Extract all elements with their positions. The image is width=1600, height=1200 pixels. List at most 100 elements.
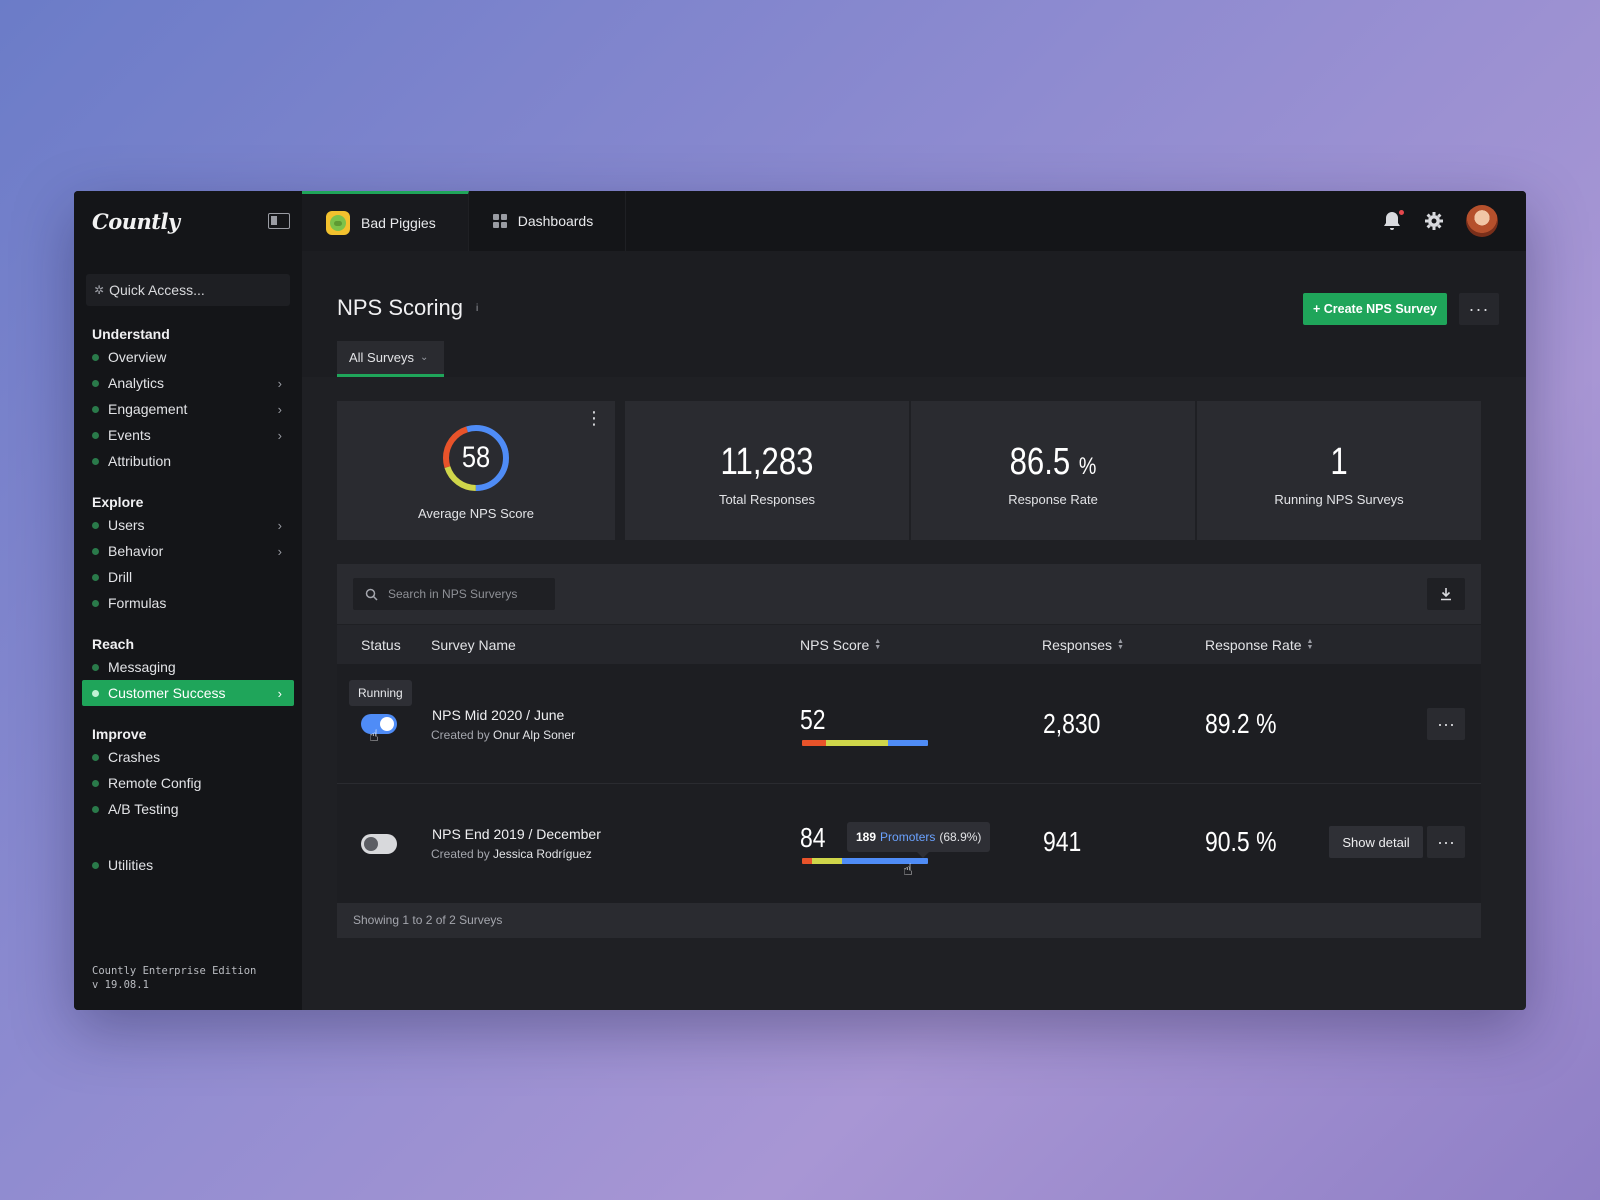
sidebar: Countly ✲ Quick Access... Understand Ove… bbox=[74, 191, 302, 1010]
sidebar-item-analytics[interactable]: Analytics › bbox=[82, 370, 294, 396]
sidebar-item-formulas[interactable]: Formulas bbox=[82, 590, 294, 616]
surveys-table-panel: Status Survey Name NPS Score ▲▼ Responses… bbox=[337, 564, 1481, 938]
sidebar-item-events[interactable]: Events › bbox=[82, 422, 294, 448]
nav-dot-icon bbox=[92, 779, 99, 787]
running-surveys-value: 1 bbox=[1330, 441, 1348, 483]
bell-icon[interactable] bbox=[1382, 210, 1404, 232]
chevron-right-icon: › bbox=[277, 543, 282, 559]
table-row: NPS End 2019 / December Created by Jessi… bbox=[337, 784, 1481, 904]
promoters-tooltip: 189 Promoters (68.9%) bbox=[847, 822, 991, 852]
sidebar-item-attribution[interactable]: Attribution bbox=[82, 448, 294, 474]
sidebar-item-label: Overview bbox=[108, 349, 167, 365]
response-rate-unit: % bbox=[1078, 453, 1097, 480]
card-more-icon[interactable]: ⋮ bbox=[585, 409, 603, 427]
chevron-right-icon: › bbox=[277, 427, 282, 443]
bar-segment-detractors bbox=[802, 740, 826, 746]
nav-section-explore: Explore Users › Behavior › Drill Formulas bbox=[74, 492, 302, 616]
sidebar-item-messaging[interactable]: Messaging bbox=[82, 654, 294, 680]
status-tooltip: Running bbox=[349, 680, 412, 706]
column-responses[interactable]: Responses ▲ ▼ bbox=[1042, 625, 1124, 665]
sidebar-item-overview[interactable]: Overview bbox=[82, 344, 294, 370]
nav-heading: Improve bbox=[92, 726, 147, 742]
main-content: NPS Scoring i + Create NPS Survey ··· Al… bbox=[302, 251, 1526, 1010]
sidebar-item-label: Drill bbox=[108, 569, 133, 585]
chevron-right-icon: › bbox=[277, 375, 282, 391]
download-button[interactable] bbox=[1427, 578, 1465, 610]
tab-dashboards[interactable]: Dashboards bbox=[469, 191, 627, 251]
sidebar-item-behavior[interactable]: Behavior › bbox=[82, 538, 294, 564]
row-more-button[interactable]: ··· bbox=[1427, 826, 1465, 858]
nav-heading: Reach bbox=[92, 636, 135, 652]
running-surveys-card: 1 Running NPS Surveys bbox=[1197, 401, 1481, 540]
column-nps-score[interactable]: NPS Score ▲ ▼ bbox=[800, 625, 881, 665]
survey-creator: Created by Onur Alp Soner bbox=[431, 728, 575, 742]
nps-score-value: 84 bbox=[800, 822, 826, 853]
sidebar-item-users[interactable]: Users › bbox=[82, 512, 294, 538]
quick-access-search[interactable]: ✲ Quick Access... bbox=[86, 274, 290, 306]
search-icon bbox=[365, 588, 378, 601]
sort-icon: ▲ ▼ bbox=[1306, 638, 1314, 651]
sidebar-item-engagement[interactable]: Engagement › bbox=[82, 396, 294, 422]
avg-nps-label: Average NPS Score bbox=[417, 506, 535, 521]
dashboard-icon bbox=[492, 214, 507, 228]
sidebar-item-customer-success[interactable]: Customer Success › bbox=[82, 680, 294, 706]
nav-section-understand: Understand Overview Analytics › Engagemen… bbox=[74, 324, 302, 474]
survey-name[interactable]: NPS Mid 2020 / June bbox=[432, 707, 564, 723]
search-box bbox=[353, 578, 555, 610]
status-toggle[interactable] bbox=[361, 834, 397, 854]
dashboards-label: Dashboards bbox=[517, 213, 594, 229]
avatar[interactable] bbox=[1466, 205, 1498, 237]
tab-all-surveys[interactable]: All Surveys ⌄ bbox=[337, 341, 444, 377]
response-rate-number: 86.5 bbox=[1009, 441, 1071, 483]
sidebar-item-ab-testing[interactable]: A/B Testing bbox=[82, 796, 294, 822]
column-survey-name[interactable]: Survey Name bbox=[431, 625, 516, 665]
sidebar-item-label: Events bbox=[108, 427, 151, 443]
bar-segment-passives bbox=[812, 858, 843, 864]
top-bar: Bad Piggies Dashboards bbox=[302, 191, 1526, 251]
create-nps-survey-button[interactable]: + Create NPS Survey bbox=[1303, 293, 1447, 325]
table-row: Running ☝ NPS Mid 2020 / June Created by… bbox=[337, 664, 1481, 784]
column-label: Responses bbox=[1042, 637, 1113, 653]
sidebar-item-label: Messaging bbox=[108, 659, 176, 675]
sidebar-item-label: Engagement bbox=[108, 401, 188, 417]
top-icons bbox=[1382, 191, 1526, 251]
total-responses-value: 11,283 bbox=[720, 441, 814, 483]
sidebar-toggle-icon[interactable] bbox=[268, 213, 290, 229]
edition-label: Countly Enterprise Edition bbox=[92, 965, 257, 977]
created-prefix: Created by bbox=[431, 728, 490, 742]
bar-segment-promoters bbox=[842, 858, 928, 864]
survey-name[interactable]: NPS End 2019 / December bbox=[432, 826, 601, 842]
column-response-rate[interactable]: Response Rate ▲ ▼ bbox=[1205, 625, 1313, 665]
responses-value: 941 bbox=[1043, 826, 1082, 857]
nps-distribution-bar[interactable] bbox=[802, 740, 928, 746]
sidebar-item-drill[interactable]: Drill bbox=[82, 564, 294, 590]
status-toggle[interactable] bbox=[361, 714, 397, 734]
sidebar-item-label: Behavior bbox=[108, 543, 164, 559]
sidebar-item-remote-config[interactable]: Remote Config bbox=[82, 770, 294, 796]
filter-tab-label: All Surveys bbox=[349, 350, 415, 365]
sidebar-brand-row: Countly bbox=[74, 191, 302, 251]
show-detail-button[interactable]: Show detail bbox=[1329, 826, 1423, 858]
info-icon[interactable]: i bbox=[475, 302, 479, 315]
nav-dot-icon bbox=[92, 379, 99, 387]
sidebar-item-utilities[interactable]: Utilities bbox=[82, 852, 294, 878]
version-label: v 19.08.1 bbox=[92, 979, 149, 991]
sidebar-item-label: Analytics bbox=[108, 375, 165, 391]
tab-app-bad-piggies[interactable]: Bad Piggies bbox=[302, 191, 469, 251]
sidebar-item-crashes[interactable]: Crashes bbox=[82, 744, 294, 770]
search-input[interactable] bbox=[388, 587, 548, 601]
gear-icon[interactable] bbox=[1424, 211, 1444, 231]
column-label: NPS Score bbox=[800, 637, 870, 653]
running-surveys-label: Running NPS Surveys bbox=[1274, 492, 1404, 507]
page-more-button[interactable]: ··· bbox=[1459, 293, 1499, 325]
avg-nps-value: 58 bbox=[461, 441, 491, 474]
sort-icon: ▲ ▼ bbox=[874, 638, 882, 651]
total-responses-card: 11,283 Total Responses bbox=[625, 401, 909, 540]
response-rate-value: 90.5 % bbox=[1205, 826, 1277, 857]
row-more-button[interactable]: ··· bbox=[1427, 708, 1465, 740]
quick-access-label: Quick Access... bbox=[109, 282, 205, 298]
response-rate-card: 86.5 % Response Rate bbox=[911, 401, 1195, 540]
column-status[interactable]: Status bbox=[361, 625, 401, 665]
nav-heading: Explore bbox=[92, 494, 144, 510]
chevron-right-icon: › bbox=[277, 517, 282, 533]
